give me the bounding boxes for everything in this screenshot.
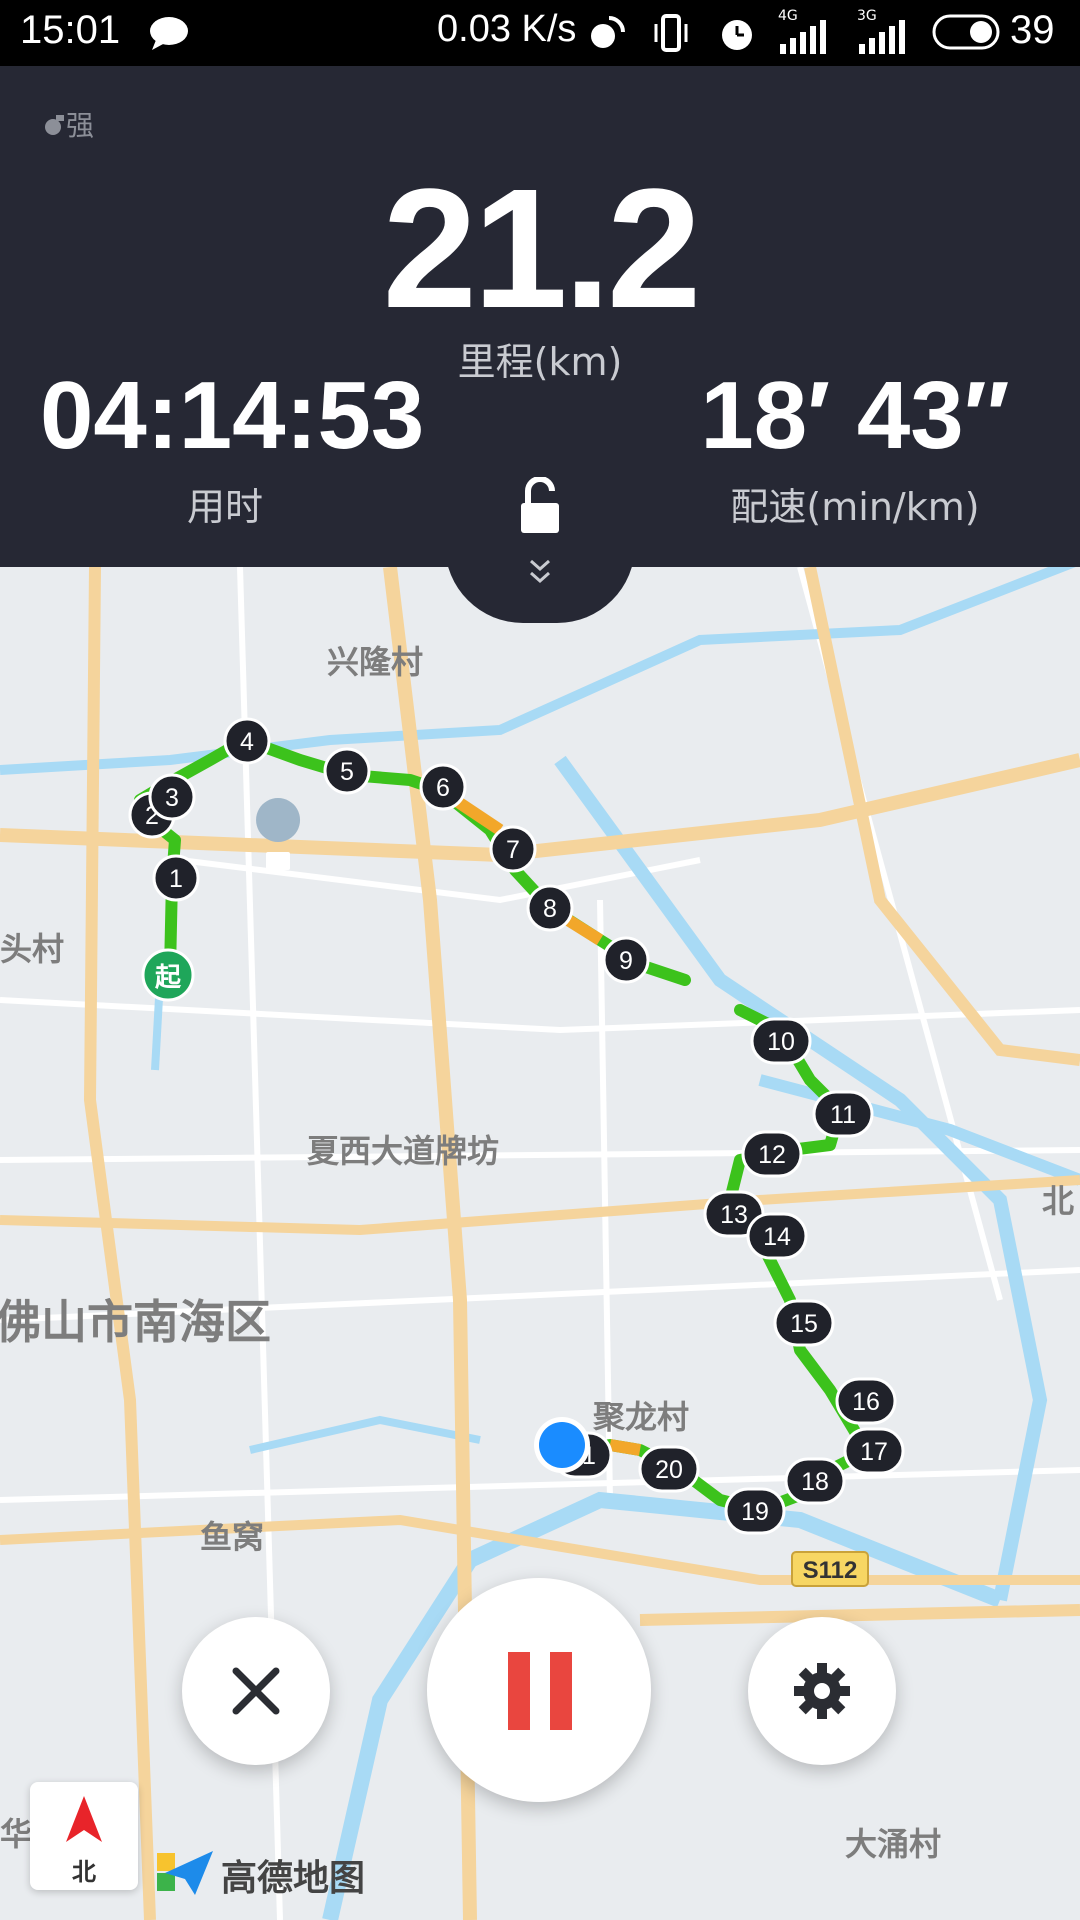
km-marker-4: 4	[223, 717, 271, 765]
km-marker-12: 12	[741, 1130, 803, 1178]
battery-icon	[932, 14, 1000, 50]
km-marker-label: 11	[830, 1101, 856, 1129]
pause-icon	[508, 1652, 572, 1730]
km-marker-label: 12	[758, 1141, 786, 1169]
place-hua: 华	[0, 1815, 32, 1853]
signal-3g-icon	[859, 20, 905, 54]
km-marker-label: 3	[165, 784, 179, 812]
satellite-icon	[45, 115, 64, 135]
km-marker-8: 8	[526, 884, 574, 932]
km-marker-17: 17	[843, 1427, 905, 1475]
km-marker-label: 5	[340, 758, 354, 786]
compass-button[interactable]: 北	[30, 1782, 138, 1890]
settings-button[interactable]	[748, 1617, 896, 1765]
place-bei: 北	[1042, 1182, 1074, 1220]
km-marker-7: 7	[489, 825, 537, 873]
place-xinglong: 兴隆村	[327, 643, 423, 681]
km-marker-label: 9	[619, 947, 633, 975]
end-run-button[interactable]	[182, 1617, 330, 1765]
km-marker-label: 7	[506, 836, 520, 864]
km-marker-15: 15	[773, 1299, 835, 1347]
km-marker-label: 16	[852, 1388, 880, 1416]
km-marker-label: 10	[767, 1028, 795, 1056]
hotspot-icon	[591, 16, 625, 48]
pace-label: 配速(min/km)	[730, 485, 980, 529]
chat-icon	[150, 17, 188, 50]
signal-4g-icon	[780, 20, 826, 54]
close-icon	[232, 1667, 280, 1715]
unlock-icon	[521, 477, 559, 533]
km-marker-label: 18	[801, 1468, 829, 1496]
gps-strength-label: 强	[66, 109, 95, 142]
km-marker-16: 16	[835, 1377, 897, 1425]
time-label: 用时	[186, 485, 263, 529]
km-marker-19: 19	[724, 1487, 786, 1535]
pace-value: 18′ 43″	[700, 362, 1010, 469]
km-marker-3: 3	[148, 773, 196, 821]
amap-logo-text: 高德地图	[221, 1858, 366, 1899]
km-marker-6: 6	[419, 763, 467, 811]
place-xiaxi-gate: 夏西大道牌坊	[307, 1132, 499, 1170]
svg-text:S112: S112	[803, 1557, 858, 1584]
alarm-icon	[722, 20, 752, 50]
km-marker-label: 4	[240, 728, 254, 756]
place-dayong: 大涌村	[845, 1825, 941, 1863]
distance-value: 21.2	[382, 154, 702, 344]
km-marker-label: 6	[436, 774, 450, 802]
km-marker-label: 14	[763, 1223, 791, 1251]
km-marker-10: 10	[750, 1017, 812, 1065]
status-bar: 15:01 0.03 K/s 4G 3G 39	[0, 0, 1080, 66]
km-marker-label: 15	[790, 1310, 818, 1338]
km-marker-label: 8	[543, 895, 557, 923]
km-marker-label: 20	[655, 1456, 683, 1484]
place-yuwo: 鱼窝	[200, 1518, 264, 1556]
status-time: 15:01	[20, 8, 121, 52]
km-marker-label: 19	[741, 1498, 769, 1526]
place-nanhai: 佛山市南海区	[0, 1295, 271, 1349]
km-marker-9: 9	[602, 936, 650, 984]
net-speed: 0.03 K/s	[437, 8, 577, 50]
km-marker-18: 18	[784, 1457, 846, 1505]
start-marker[interactable]: 起	[141, 948, 195, 1002]
km-marker-label: 13	[720, 1201, 748, 1229]
place-toucun: 头村	[0, 930, 64, 968]
north-arrow-icon	[66, 1796, 102, 1842]
svg-text:起: 起	[155, 963, 182, 993]
km-marker-11: 11	[812, 1090, 874, 1138]
time-value: 04:14:53	[40, 362, 425, 469]
place-julong: 聚龙村	[592, 1398, 689, 1436]
battery-level: 39	[1010, 8, 1055, 52]
pause-button[interactable]	[427, 1578, 651, 1802]
km-marker-label: 17	[860, 1438, 888, 1466]
km-marker-14: 14	[746, 1212, 808, 1260]
compass-label: 北	[72, 1858, 96, 1886]
gps-strength: 强	[40, 104, 94, 144]
gear-icon	[794, 1663, 850, 1719]
km-marker-1: 1	[152, 854, 200, 902]
vibrate-icon	[654, 14, 688, 52]
road-badge-s112: S112	[791, 1551, 869, 1587]
chevron-double-down-icon	[530, 559, 550, 584]
amap-logo-icon	[157, 1851, 213, 1895]
km-marker-20: 20	[638, 1445, 700, 1493]
current-position-dot	[534, 1417, 590, 1473]
km-marker-label: 1	[169, 865, 183, 893]
km-marker-5: 5	[323, 747, 371, 795]
